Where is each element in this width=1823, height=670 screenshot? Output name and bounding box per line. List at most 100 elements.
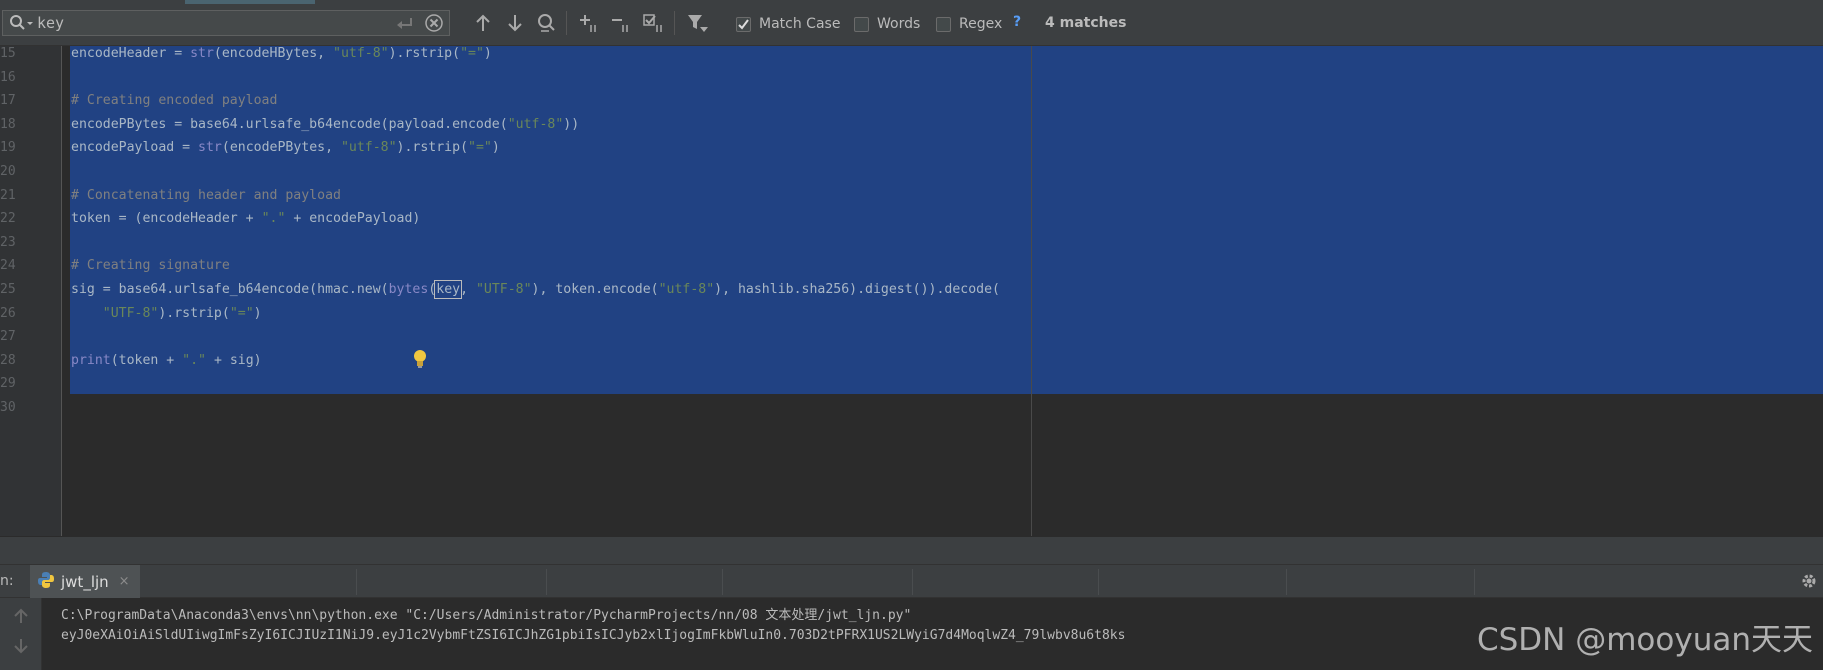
code-token: print [71, 352, 111, 368]
match-case-label: Match Case [759, 16, 841, 32]
code-line[interactable]: encodePayload = str(encodePBytes, "utf-8… [71, 140, 500, 156]
run-tab-jwt-ljn[interactable]: jwt_ljn × [30, 565, 140, 598]
filter-icon[interactable] [686, 12, 708, 34]
code-token: "." [182, 352, 206, 368]
line-number: 25 [0, 282, 16, 297]
code-token: ) [483, 46, 492, 61]
add-occurrence-icon[interactable] [578, 12, 600, 34]
code-token: )) [563, 116, 580, 132]
line-number: 21 [0, 187, 16, 203]
close-tab-icon[interactable]: × [119, 574, 130, 589]
intention-bulb-icon[interactable] [412, 349, 428, 373]
code-token: "utf-8" [340, 140, 397, 156]
tab-indicator [185, 0, 315, 4]
code-token: "UTF-8" [102, 305, 159, 321]
code-token: encodePBytes = base64.urlsafe_b64encode(… [71, 116, 508, 132]
code-token: ) [491, 140, 500, 156]
tab-strip-divider [1098, 569, 1099, 595]
tab-strip-divider [1474, 569, 1475, 595]
code-line[interactable]: # Concatenating header and payload [71, 188, 341, 204]
tab-strip-divider [912, 569, 913, 595]
find-all-icon[interactable] [536, 12, 558, 34]
words-checkbox[interactable] [854, 16, 869, 32]
words-option[interactable]: Words [854, 14, 920, 34]
rerun-up-arrow-icon[interactable] [13, 608, 29, 628]
line-number: 18 [0, 116, 16, 132]
code-token: "." [261, 211, 286, 227]
code-token: token = (encodeHeader + [71, 211, 262, 227]
match-case-checkbox[interactable] [736, 16, 751, 32]
gear-icon[interactable] [1800, 572, 1818, 594]
code-line[interactable]: encodeHeader = str(encodeHBytes, "utf-8"… [71, 46, 492, 62]
clear-search-icon[interactable] [425, 14, 443, 36]
remove-occurrence-icon[interactable] [610, 12, 632, 34]
line-number: 15 [0, 46, 16, 61]
python-icon [37, 571, 55, 593]
code-token: str [198, 140, 222, 156]
line-number: 23 [0, 234, 16, 250]
next-occurrence-icon[interactable] [504, 12, 526, 34]
run-tab-label: jwt_ljn [61, 572, 109, 591]
code-token: ), token.encode( [531, 282, 659, 297]
scroll-down-arrow-icon[interactable] [13, 638, 29, 658]
search-history-icon[interactable] [9, 14, 35, 36]
search-box[interactable] [2, 10, 450, 36]
code-token: "utf-8" [507, 116, 564, 132]
line-number: 29 [0, 376, 16, 392]
search-match: key [434, 280, 463, 299]
new-line-icon[interactable] [396, 16, 414, 35]
code-token: (token + [110, 352, 183, 368]
code-line[interactable]: # Creating encoded payload [71, 93, 277, 109]
run-tool-window-header: n: jwt_ljn × [0, 564, 1823, 598]
regex-help-link[interactable]: ? [1013, 14, 1021, 30]
line-number: 19 [0, 140, 16, 156]
code-token: "UTF-8" [475, 282, 532, 297]
code-token: ), hashlib.sha256).digest()).decode( [714, 282, 1000, 297]
code-token: ).rstrip( [396, 140, 469, 156]
code-token: + sig) [206, 352, 262, 368]
code-line[interactable]: print(token + "." + sig) [71, 353, 262, 369]
line-number: 24 [0, 258, 16, 274]
editor-bottom-strip [0, 536, 1823, 564]
search-input[interactable] [37, 13, 377, 33]
code-token: sig = base64.urlsafe_b64encode(hmac.new( [71, 282, 389, 297]
code-line[interactable]: token = (encodeHeader + "." + encodePayl… [71, 211, 420, 227]
select-all-occurrences-icon[interactable] [642, 12, 664, 34]
code-token: "utf-8" [658, 282, 715, 297]
code-token: ) [253, 305, 262, 321]
code-token: , [460, 282, 476, 297]
code-token: (encodePBytes, [221, 140, 341, 156]
code-token: encodeHeader = [71, 46, 191, 61]
code-token: # Creating signature [71, 258, 230, 274]
line-number: 30 [0, 400, 16, 415]
regex-option[interactable]: Regex [936, 14, 1002, 34]
code-line[interactable]: encodePBytes = base64.urlsafe_b64encode(… [71, 117, 579, 133]
console-command-line: C:\ProgramData\Anaconda3\envs\nn\python.… [61, 608, 912, 623]
code-token: (encodeHBytes, [213, 46, 334, 61]
match-case-option[interactable]: Match Case [736, 14, 840, 34]
regex-checkbox[interactable] [936, 16, 951, 32]
line-number: 17 [0, 93, 16, 109]
previous-occurrence-icon[interactable] [472, 12, 494, 34]
code-token: ).rstrip( [388, 46, 461, 61]
code-token: ).rstrip( [158, 305, 230, 321]
code-line[interactable]: sig = base64.urlsafe_b64encode(hmac.new(… [71, 280, 1000, 299]
code-token: "=" [229, 305, 254, 321]
code-token: # Concatenating header and payload [71, 187, 341, 203]
right-margin-guide [1031, 46, 1032, 536]
line-number: 26 [0, 305, 16, 321]
code-token: encodePayload = [71, 140, 199, 156]
code-editor[interactable]: 15 encodeHeader = str(encodeHBytes, "utf-… [0, 46, 1823, 536]
code-token: bytes [388, 282, 429, 297]
line-number: 22 [0, 211, 16, 227]
tab-strip-divider [722, 569, 723, 595]
code-token: + encodePayload) [285, 211, 421, 227]
tab-strip-divider [546, 569, 547, 595]
toolbar-separator [674, 11, 675, 35]
code-token: "utf-8" [333, 46, 389, 61]
code-token: str [190, 46, 214, 61]
code-line[interactable]: # Creating signature [71, 258, 230, 274]
match-count: 4 matches [1045, 15, 1127, 31]
code-line[interactable]: "UTF-8").rstrip("=") [71, 306, 262, 322]
